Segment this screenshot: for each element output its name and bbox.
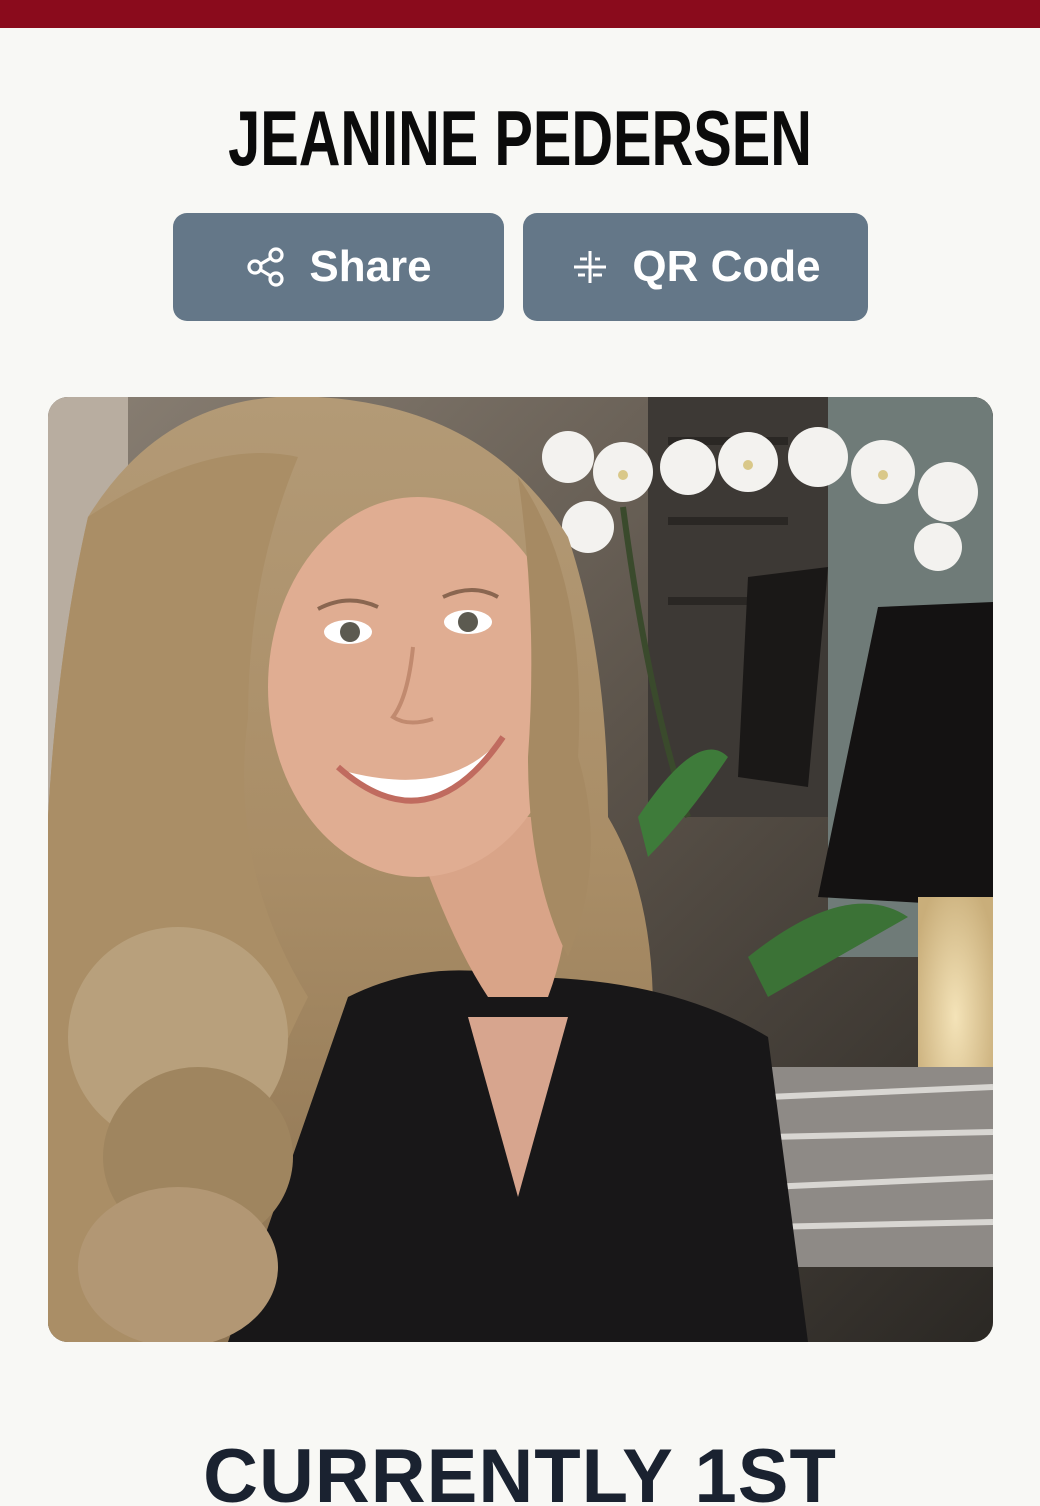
qr-code-icon: [570, 247, 610, 287]
share-icon: [245, 246, 287, 288]
share-button[interactable]: Share: [173, 213, 504, 321]
top-accent-bar: [0, 0, 1040, 28]
status-heading: CURRENTLY 1ST: [203, 1434, 837, 1506]
profile-photo: [48, 397, 993, 1342]
qr-code-button-label: QR Code: [632, 242, 821, 291]
qr-code-button[interactable]: QR Code: [523, 213, 868, 321]
candidate-name: JEANINE PEDERSEN: [228, 94, 812, 182]
share-button-label: Share: [309, 242, 432, 291]
